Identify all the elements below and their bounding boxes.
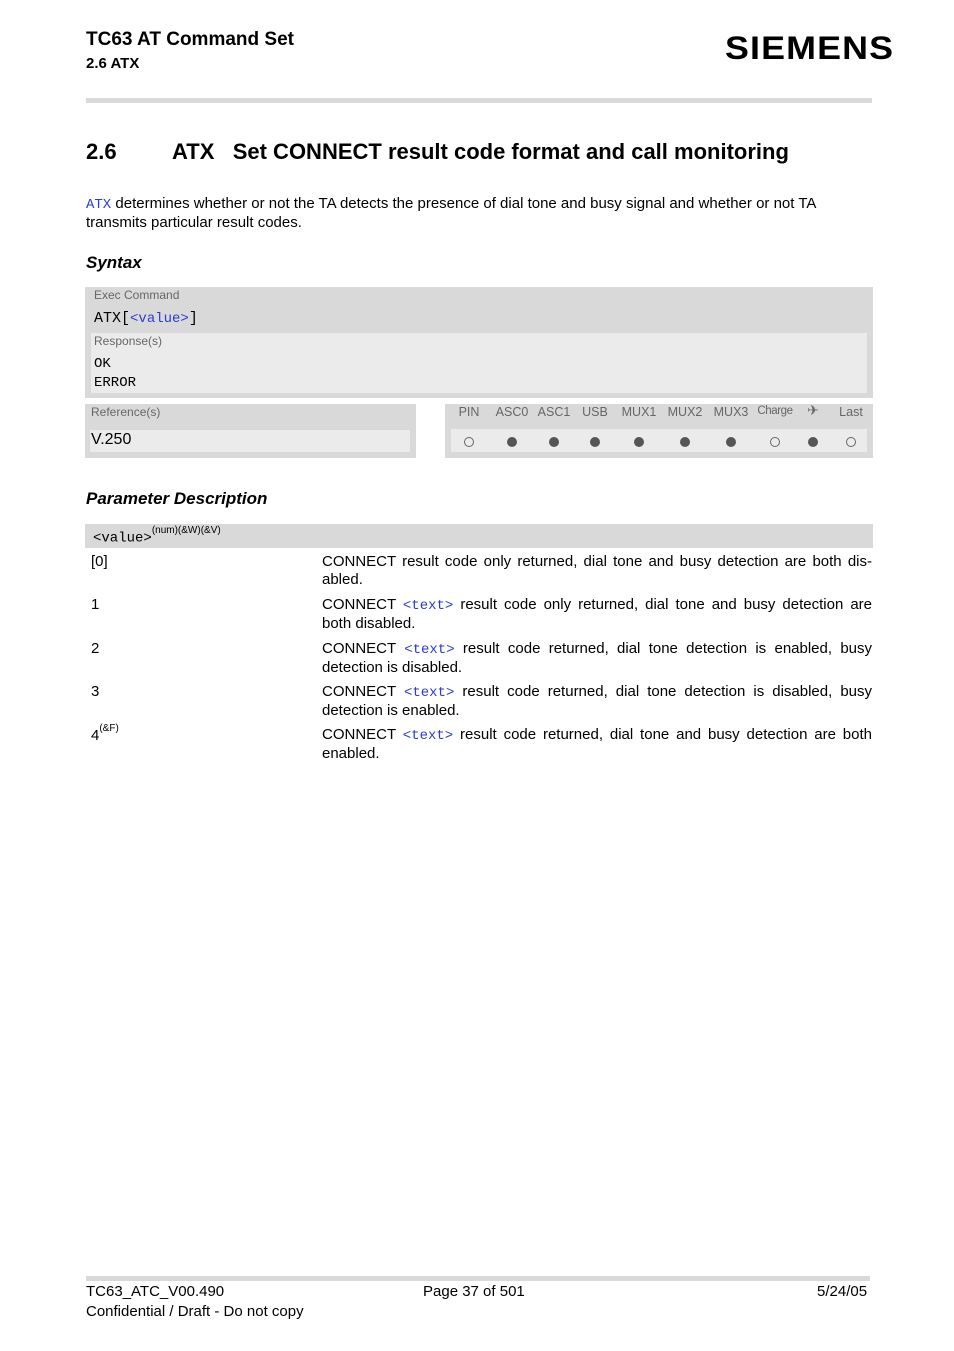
section-title: ATX Set CONNECT result code format and c… <box>172 139 789 164</box>
parameter-description: CONNECT <text> result code only returned… <box>322 596 872 633</box>
response-ok: OK <box>94 356 111 372</box>
parameter-value: 3 <box>91 683 99 700</box>
empty-circle-icon <box>464 437 474 447</box>
syntax-box: Exec Command ATX[<value>] Response(s) OK… <box>85 287 873 398</box>
text-param-link[interactable]: <text> <box>404 642 454 658</box>
document-subtitle: 2.6 ATX <box>86 55 140 72</box>
filled-circle-icon <box>726 437 736 447</box>
siemens-logo: SIEMENS <box>725 30 895 66</box>
exec-command-prefix: ATX[ <box>94 310 131 327</box>
flag-label-mux2: MUX2 <box>667 405 703 419</box>
reference-value-box: V.250 <box>90 430 410 452</box>
parameter-value: [0] <box>91 553 108 570</box>
parameter-value-text: [0] <box>91 553 108 570</box>
interface-flags-box: PIN ASC0 ASC1 USB MUX1 MUX2 MUX3 Charge ✈ Last <box>445 402 873 458</box>
exec-command-suffix: ] <box>188 310 198 327</box>
exec-command-label: Exec Command <box>94 288 180 302</box>
description-text: CONNECT <box>322 640 405 657</box>
parameter-value-text: 1 <box>91 596 100 613</box>
value-param-link[interactable]: <value> <box>130 311 189 327</box>
description-text: CONNECT <box>322 596 403 613</box>
text-param-link[interactable]: <text> <box>403 598 453 614</box>
parameter-name-attributes: (num)(&W)(&V) <box>151 525 221 536</box>
flag-label-asc1: ASC1 <box>537 405 571 419</box>
text-param-link[interactable]: <text> <box>403 728 453 744</box>
parameter-value: 1 <box>91 596 99 613</box>
reference-label: Reference(s) <box>91 405 161 419</box>
flag-label-mux1: MUX1 <box>621 405 657 419</box>
exec-command: ATX[<value>] <box>94 310 198 327</box>
parameter-description: CONNECT <text> result code returned, dia… <box>322 726 872 763</box>
parameter-name: <value>(num)(&W)(&V) <box>93 525 221 547</box>
atx-link[interactable]: ATX <box>86 197 111 213</box>
parameter-value: 2 <box>91 640 99 657</box>
empty-circle-icon <box>770 437 780 447</box>
reference-value: V.250 <box>91 431 132 448</box>
parameter-value-text: 3 <box>91 683 100 700</box>
parameter-description-heading: Parameter Description <box>86 489 268 508</box>
filled-circle-icon <box>808 437 818 447</box>
response-error: ERROR <box>94 375 137 391</box>
responses-label: Response(s) <box>94 334 163 348</box>
reference-box: Reference(s) V.250 <box>85 404 416 458</box>
intro-text: determines whether or not the TA detects… <box>86 195 816 231</box>
footer-divider <box>86 1276 870 1281</box>
responses-box: Response(s) OK ERROR <box>91 333 867 393</box>
flag-label-last: Last <box>839 405 863 419</box>
description-text: CONNECT <box>322 683 404 700</box>
parameter-description: CONNECT result code only returned, dial … <box>322 553 872 589</box>
flag-label-mux3: MUX3 <box>713 405 749 419</box>
footer-date: 5/24/05 <box>817 1283 868 1300</box>
parameter-name-text: <value> <box>93 530 152 547</box>
document-title: TC63 AT Command Set <box>86 29 294 50</box>
parameter-value: 4(&F) <box>91 723 119 744</box>
factory-default-marker: (&F) <box>99 723 119 734</box>
parameter-description: CONNECT <text> result code returned, dia… <box>322 683 872 720</box>
interface-flags-row <box>451 429 867 452</box>
parameter-value-text: 2 <box>91 640 100 657</box>
description-text: CONNECT <box>322 726 403 743</box>
flag-label-pin: PIN <box>458 405 480 419</box>
filled-circle-icon <box>590 437 600 447</box>
intro-paragraph: ATX determines whether or not the TA det… <box>86 195 872 232</box>
parameter-description: CONNECT <text> result code returned, dia… <box>322 640 872 677</box>
section-number: 2.6 <box>86 139 117 164</box>
filled-circle-icon <box>507 437 517 447</box>
flag-label-asc0: ASC0 <box>495 405 529 419</box>
filled-circle-icon <box>549 437 559 447</box>
parameter-header: <value>(num)(&W)(&V) <box>85 524 873 548</box>
footer-doc-id: TC63_ATC_V00.490 <box>86 1283 225 1300</box>
syntax-heading: Syntax <box>86 253 142 272</box>
flag-label-usb: USB <box>582 405 608 419</box>
description-text: CONNECT result code only returned, dial … <box>322 553 872 588</box>
filled-circle-icon <box>634 437 644 447</box>
empty-circle-icon <box>846 437 856 447</box>
footer-page-number: Page 37 of 501 <box>423 1283 525 1300</box>
footer-confidential: Confidential / Draft - Do not copy <box>86 1303 304 1320</box>
filled-circle-icon <box>680 437 690 447</box>
header-divider <box>86 98 872 103</box>
text-param-link[interactable]: <text> <box>404 685 454 701</box>
